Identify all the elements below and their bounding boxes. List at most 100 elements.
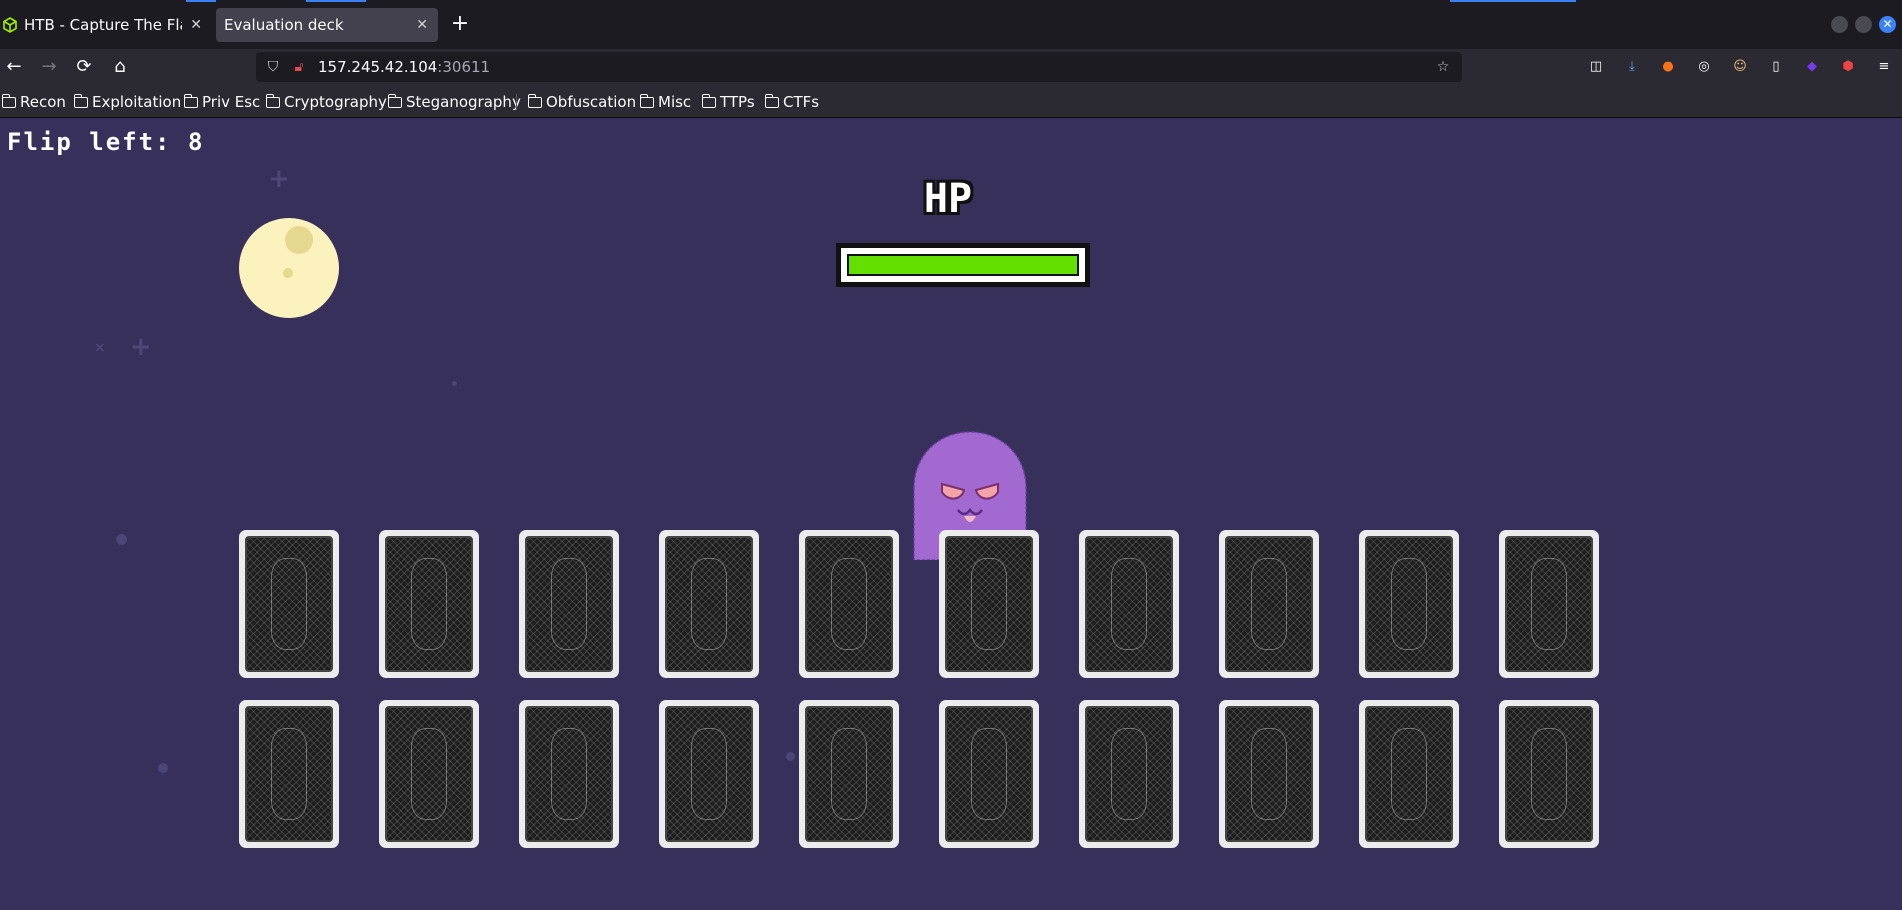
bookmark-obfuscation[interactable]: Obfuscation xyxy=(527,92,636,112)
face-down-card[interactable] xyxy=(379,700,479,848)
card-back-pattern xyxy=(385,706,473,842)
card-back-pattern xyxy=(805,536,893,672)
face-down-card[interactable] xyxy=(239,530,339,678)
bookmark-ttps[interactable]: TTPs xyxy=(701,92,755,112)
card-back-pattern xyxy=(525,706,613,842)
star-dot xyxy=(452,381,457,386)
ublock-icon[interactable]: ⬢ xyxy=(1839,58,1857,76)
navigation-bar: ← → ⟳ ⌂ ⛉ 🔓︎ 157.245.42.104:30611 ☆ ◫ ⤓ … xyxy=(0,49,1902,85)
folder-icon xyxy=(701,93,716,108)
clipboard-icon[interactable]: ▯ xyxy=(1767,58,1785,76)
face-down-card[interactable] xyxy=(1359,700,1459,848)
bookmark-label: Misc xyxy=(658,93,692,111)
face-down-card[interactable] xyxy=(799,530,899,678)
tab-htb[interactable]: HTB - Capture The Flag ✕ xyxy=(0,8,212,42)
reload-icon[interactable]: ⟳ xyxy=(70,53,98,81)
folder-icon xyxy=(265,93,280,108)
folder-icon xyxy=(764,93,779,108)
close-window-button[interactable]: ✕ xyxy=(1879,16,1896,33)
minimize-button[interactable] xyxy=(1831,16,1848,33)
card-back-pattern xyxy=(1085,536,1173,672)
menu-icon[interactable]: ≡ xyxy=(1875,58,1893,76)
face-down-card[interactable] xyxy=(1219,530,1319,678)
pocket-icon[interactable]: ◫ xyxy=(1587,58,1605,76)
bookmark-exploitation[interactable]: Exploitation xyxy=(73,92,182,112)
face-down-card[interactable] xyxy=(1499,700,1599,848)
card-back-pattern xyxy=(245,536,333,672)
maximize-button[interactable] xyxy=(1855,16,1872,33)
card-back-pattern xyxy=(805,706,893,842)
bookmark-label: Cryptography xyxy=(284,93,387,111)
bookmark-label: Exploitation xyxy=(92,93,182,111)
download-icon[interactable]: ⤓ xyxy=(1623,58,1641,76)
cookie-icon[interactable]: ◎ xyxy=(1695,58,1713,76)
face-down-card[interactable] xyxy=(659,700,759,848)
bookmark-label: TTPs xyxy=(720,93,755,111)
url-bar[interactable]: ⛉ 🔓︎ 157.245.42.104:30611 ☆ xyxy=(256,52,1462,82)
folder-icon xyxy=(527,93,542,108)
tab-title: Evaluation deck xyxy=(224,16,344,34)
url-port: :30611 xyxy=(437,58,491,76)
url-text[interactable]: 157.245.42.104:30611 xyxy=(318,58,490,76)
face-down-card[interactable] xyxy=(1359,530,1459,678)
card-back-pattern xyxy=(1225,706,1313,842)
card-back-pattern xyxy=(525,536,613,672)
wappalyzer-icon[interactable]: ◆ xyxy=(1803,58,1821,76)
face-down-card[interactable] xyxy=(519,700,619,848)
tab-evaluation-deck[interactable]: Evaluation deck ✕ xyxy=(216,8,438,42)
star-dot xyxy=(116,534,127,545)
forward-arrow-icon[interactable]: → xyxy=(35,53,63,81)
face-down-card[interactable] xyxy=(659,530,759,678)
close-icon[interactable]: ✕ xyxy=(416,17,428,33)
card-back-pattern xyxy=(665,706,753,842)
url-host: 157.245.42.104 xyxy=(318,58,438,76)
face-down-card[interactable] xyxy=(1219,700,1319,848)
insecure-lock-icon[interactable]: 🔓︎ xyxy=(290,58,308,76)
new-tab-button[interactable]: + xyxy=(448,12,472,36)
foxyproxy-icon[interactable]: ● xyxy=(1659,58,1677,76)
card-back-pattern xyxy=(245,706,333,842)
extension-face-icon[interactable]: ☺ xyxy=(1731,58,1749,76)
bookmark-recon[interactable]: Recon xyxy=(1,92,66,112)
tab-strip: HTB - Capture The Flag ✕ Evaluation deck… xyxy=(0,0,1902,49)
card-back-pattern xyxy=(665,536,753,672)
star-bookmark-icon[interactable]: ☆ xyxy=(1434,58,1452,76)
face-down-card[interactable] xyxy=(1079,530,1179,678)
flip-left-counter: Flip left: 8 xyxy=(7,128,205,156)
folder-icon xyxy=(639,93,654,108)
bookmark-steganography[interactable]: Steganography xyxy=(387,92,521,112)
bookmark-misc[interactable]: Misc xyxy=(639,92,692,112)
face-down-card[interactable] xyxy=(239,700,339,848)
face-down-card[interactable] xyxy=(799,700,899,848)
card-back-pattern xyxy=(945,706,1033,842)
bookmark-label: Priv Esc xyxy=(202,93,261,111)
hp-title: HP xyxy=(923,176,973,222)
hp-fill xyxy=(849,256,1077,274)
moon xyxy=(239,218,339,318)
face-down-card[interactable] xyxy=(939,530,1039,678)
sparkle-star-icon: × xyxy=(94,340,106,356)
bookmark-ctfs[interactable]: CTFs xyxy=(764,92,820,112)
sparkle-star-icon: + xyxy=(268,164,290,194)
bookmark-cryptography[interactable]: Cryptography xyxy=(265,92,387,112)
bookmark-priv-esc[interactable]: Priv Esc xyxy=(183,92,261,112)
back-arrow-icon[interactable]: ← xyxy=(0,53,28,81)
card-back-pattern xyxy=(1365,536,1453,672)
card-back-pattern xyxy=(945,536,1033,672)
bookmark-label: CTFs xyxy=(783,93,820,111)
shield-icon[interactable]: ⛉ xyxy=(264,58,282,76)
star-dot xyxy=(158,763,168,773)
face-down-card[interactable] xyxy=(519,530,619,678)
home-icon[interactable]: ⌂ xyxy=(106,53,134,81)
bookmark-separator xyxy=(516,94,517,110)
face-down-card[interactable] xyxy=(1079,700,1179,848)
card-back-pattern xyxy=(1505,536,1593,672)
card-back-pattern xyxy=(1505,706,1593,842)
face-down-card[interactable] xyxy=(939,700,1039,848)
face-down-card[interactable] xyxy=(1499,530,1599,678)
face-down-card[interactable] xyxy=(379,530,479,678)
tab-indicator xyxy=(1450,0,1576,2)
close-icon[interactable]: ✕ xyxy=(190,17,202,33)
sparkle-star-icon: + xyxy=(130,332,152,362)
moon-crater xyxy=(283,268,293,278)
